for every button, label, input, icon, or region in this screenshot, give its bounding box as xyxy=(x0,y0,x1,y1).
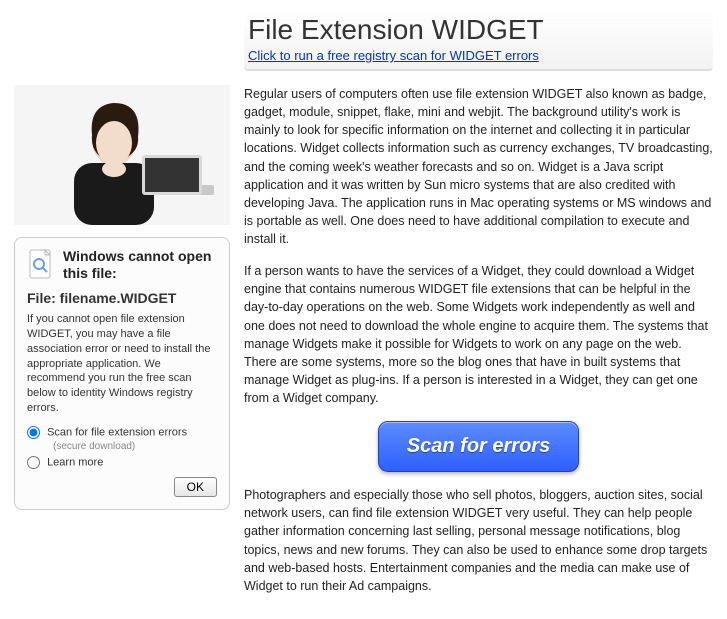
registry-scan-link[interactable]: Click to run a free registry scan for WI… xyxy=(248,48,539,63)
secure-download-note: (secure download) xyxy=(53,441,217,452)
learn-option-label: Learn more xyxy=(47,456,103,468)
learn-radio[interactable] xyxy=(27,456,40,469)
main-content: Regular users of computers often use fil… xyxy=(244,85,713,609)
paragraph-1: Regular users of computers often use fil… xyxy=(244,85,713,248)
learn-option[interactable]: Learn more xyxy=(27,456,217,469)
warning-title: Windows cannot open this file: xyxy=(63,248,217,282)
file-search-icon xyxy=(27,248,55,282)
paragraph-3: Photographers and especially those who s… xyxy=(244,486,713,595)
warning-file-label: File: filename.WIDGET xyxy=(27,290,217,306)
scan-option[interactable]: Scan for file extension errors xyxy=(27,426,217,439)
warning-description: If you cannot open file extension WIDGET… xyxy=(27,312,217,416)
page-header: File Extension WIDGET Click to run a fre… xyxy=(244,10,713,71)
page-title: File Extension WIDGET xyxy=(248,14,713,46)
warning-box: Windows cannot open this file: File: fil… xyxy=(14,237,230,510)
scan-radio[interactable] xyxy=(27,426,40,439)
ok-button[interactable]: OK xyxy=(174,477,217,497)
paragraph-2: If a person wants to have the services o… xyxy=(244,262,713,407)
scan-option-label: Scan for file extension errors xyxy=(47,426,187,438)
scan-for-errors-button[interactable]: Scan for errors xyxy=(378,421,579,472)
hero-photo xyxy=(14,85,230,225)
